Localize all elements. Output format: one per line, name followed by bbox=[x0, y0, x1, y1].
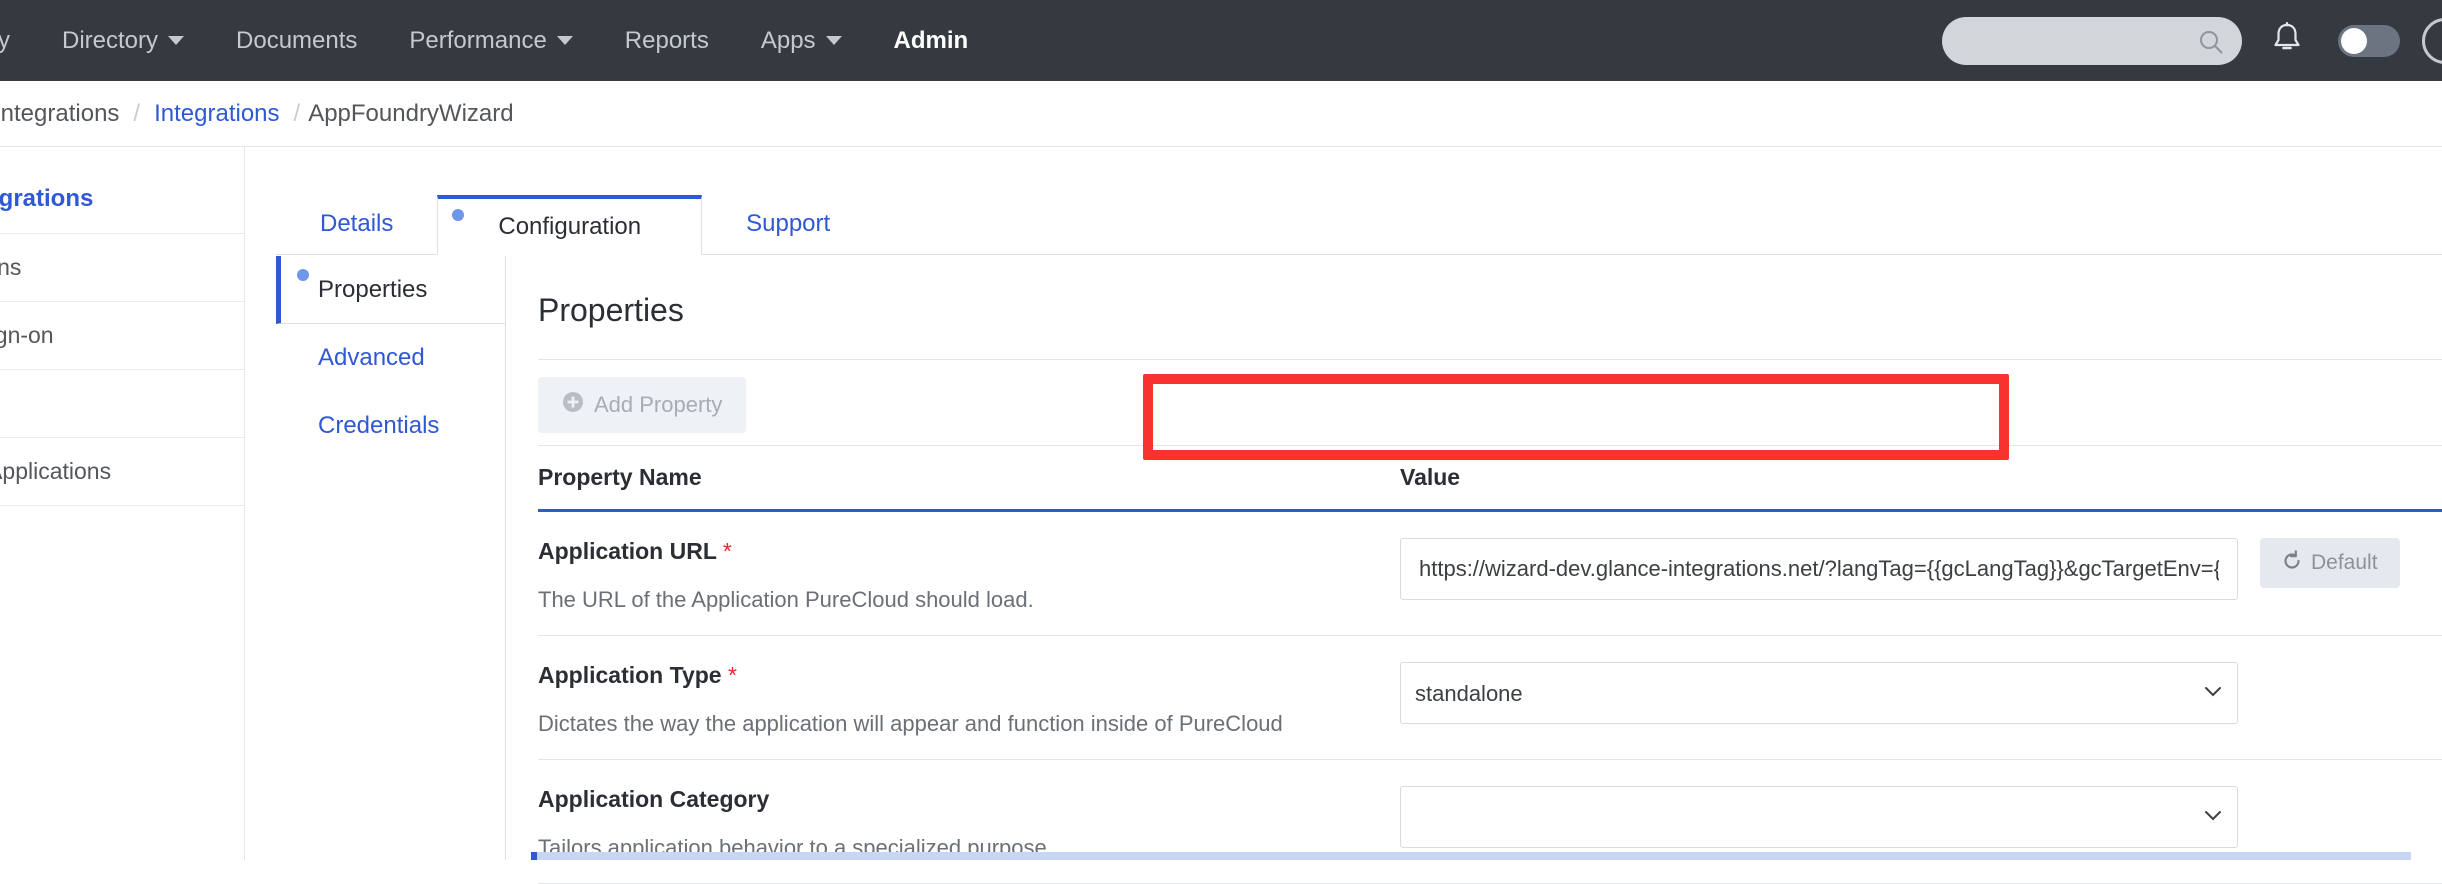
unsaved-changes-dot-icon bbox=[297, 269, 309, 281]
table-row: Application URL * The URL of the Applica… bbox=[538, 512, 2442, 636]
subnav-item-label: Properties bbox=[318, 276, 427, 304]
breadcrumb: Integrations / Integrations / AppFoundry… bbox=[0, 81, 2442, 147]
breadcrumb-separator: / bbox=[133, 100, 140, 128]
reset-to-default-label: Default bbox=[2311, 551, 2378, 575]
nav-item-label: Admin bbox=[894, 0, 969, 81]
sidebar-item-actions[interactable]: Actions bbox=[0, 233, 244, 301]
application-category-select-wrapper bbox=[1400, 786, 2238, 848]
tab-label: Configuration bbox=[498, 213, 641, 241]
chevron-down-icon bbox=[557, 36, 573, 45]
sidebar-item-label: Authorized Applications bbox=[0, 458, 111, 485]
tab-label: Support bbox=[746, 210, 830, 238]
property-name-cell: Application URL * The URL of the Applica… bbox=[538, 538, 1378, 613]
subnav-item-properties[interactable]: Properties bbox=[276, 256, 505, 324]
property-label-text: Application URL bbox=[538, 538, 716, 564]
subnav-item-label: Credentials bbox=[318, 412, 439, 440]
chevron-down-icon bbox=[826, 36, 842, 45]
table-row: Application Category Tailors application… bbox=[538, 760, 2442, 884]
properties-toolbar: Add Property bbox=[538, 386, 2442, 446]
sidebar-item-single-sign-on[interactable]: Single Sign-on bbox=[0, 301, 244, 369]
notifications-bell-icon[interactable] bbox=[2272, 22, 2302, 59]
sidebar-item-label: Single Sign-on bbox=[0, 322, 54, 349]
table-row: Application Type * Dictates the way the … bbox=[538, 636, 2442, 760]
breadcrumb-item-current: AppFoundryWizard bbox=[308, 100, 513, 128]
reset-arrow-icon bbox=[2282, 550, 2302, 576]
nav-item-admin[interactable]: Admin bbox=[868, 0, 995, 81]
tab-configuration[interactable]: Configuration bbox=[437, 195, 702, 255]
nav-item-label: Apps bbox=[761, 0, 816, 81]
sidebar-divider bbox=[0, 505, 244, 506]
unsaved-changes-dot-icon bbox=[452, 209, 464, 221]
sidebar-item-label: Actions bbox=[0, 254, 21, 281]
column-header-value: Value bbox=[1378, 464, 2442, 491]
nav-item-label: Directory bbox=[62, 0, 158, 81]
subnav-item-advanced[interactable]: Advanced bbox=[276, 324, 505, 392]
property-description: The URL of the Application PureCloud sho… bbox=[538, 587, 1378, 613]
property-value-cell: standalone bbox=[1378, 662, 2442, 724]
breadcrumb-item-1[interactable]: Integrations bbox=[154, 100, 279, 128]
column-header-property-name: Property Name bbox=[538, 464, 1378, 491]
nav-item-0[interactable]: y bbox=[0, 0, 36, 81]
property-label: Application Type * bbox=[538, 662, 1378, 689]
title-divider bbox=[538, 359, 2442, 360]
breadcrumb-separator: / bbox=[294, 100, 301, 128]
property-name-cell: Application Category Tailors application… bbox=[538, 786, 1378, 861]
top-nav-items: y Directory Documents Performance Report… bbox=[0, 0, 994, 81]
tab-label: Details bbox=[320, 210, 393, 238]
properties-table: Property Name Value Application URL * Th… bbox=[538, 446, 2442, 884]
application-type-select-wrapper: standalone bbox=[1400, 662, 2238, 724]
main-content: Details Configuration Support Properties… bbox=[246, 147, 2442, 860]
property-label-text: Application Type bbox=[538, 662, 722, 688]
search-icon[interactable] bbox=[2198, 29, 2224, 60]
next-row-partial-highlight bbox=[531, 852, 2411, 860]
sidebar-title: Integrations bbox=[0, 147, 244, 233]
property-label: Application Category bbox=[538, 786, 1378, 813]
property-label-text: Application Category bbox=[538, 786, 769, 812]
property-name-cell: Application Type * Dictates the way the … bbox=[538, 662, 1378, 737]
nav-item-apps[interactable]: Apps bbox=[735, 0, 868, 81]
property-value-cell bbox=[1378, 786, 2442, 848]
nav-item-reports[interactable]: Reports bbox=[599, 0, 735, 81]
top-navigation-bar: y Directory Documents Performance Report… bbox=[0, 0, 2442, 81]
nav-item-directory[interactable]: Directory bbox=[36, 0, 210, 81]
subnav-item-label: Advanced bbox=[318, 344, 425, 372]
global-search[interactable] bbox=[1942, 17, 2242, 65]
tab-support[interactable]: Support bbox=[702, 194, 874, 254]
top-nav-actions bbox=[1942, 0, 2442, 81]
required-asterisk: * bbox=[728, 662, 737, 688]
property-description: Dictates the way the application will ap… bbox=[538, 711, 1378, 737]
add-property-label: Add Property bbox=[594, 392, 722, 418]
nav-item-documents[interactable]: Documents bbox=[210, 0, 383, 81]
integration-tabs: Details Configuration Support bbox=[276, 194, 2442, 255]
plus-circle-icon bbox=[562, 391, 584, 419]
search-input[interactable] bbox=[1958, 18, 2208, 64]
breadcrumb-item-0[interactable]: Integrations bbox=[0, 100, 119, 128]
property-label: Application URL * bbox=[538, 538, 1378, 565]
application-type-select[interactable]: standalone bbox=[1400, 662, 2238, 724]
tab-details[interactable]: Details bbox=[276, 194, 437, 254]
page-title: Properties bbox=[507, 256, 2442, 329]
application-category-select[interactable] bbox=[1400, 786, 2238, 848]
toggle-knob bbox=[2341, 28, 2367, 54]
nav-item-label: Documents bbox=[236, 0, 357, 81]
reset-to-default-button[interactable]: Default bbox=[2260, 538, 2400, 588]
properties-panel: Properties Add Property Property Name Va… bbox=[507, 256, 2442, 860]
property-value-cell: Default bbox=[1378, 538, 2442, 600]
nav-item-label: Reports bbox=[625, 0, 709, 81]
nav-item-performance[interactable]: Performance bbox=[383, 0, 598, 81]
subnav-item-credentials[interactable]: Credentials bbox=[276, 392, 505, 460]
nav-item-label: y bbox=[0, 0, 10, 81]
chevron-down-icon bbox=[168, 36, 184, 45]
user-avatar[interactable] bbox=[2422, 18, 2442, 64]
admin-sidebar: Integrations Actions Single Sign-on Auth… bbox=[0, 147, 245, 860]
status-toggle[interactable] bbox=[2338, 25, 2400, 57]
configuration-subnav: Properties Advanced Credentials bbox=[276, 256, 506, 860]
nav-item-label: Performance bbox=[409, 0, 546, 81]
table-header-row: Property Name Value bbox=[538, 446, 2442, 512]
required-asterisk: * bbox=[723, 538, 732, 564]
add-property-button[interactable]: Add Property bbox=[538, 377, 746, 433]
sidebar-item-blank[interactable] bbox=[0, 369, 244, 437]
sidebar-item-authorized-applications[interactable]: Authorized Applications bbox=[0, 437, 244, 505]
application-url-input[interactable] bbox=[1400, 538, 2238, 600]
